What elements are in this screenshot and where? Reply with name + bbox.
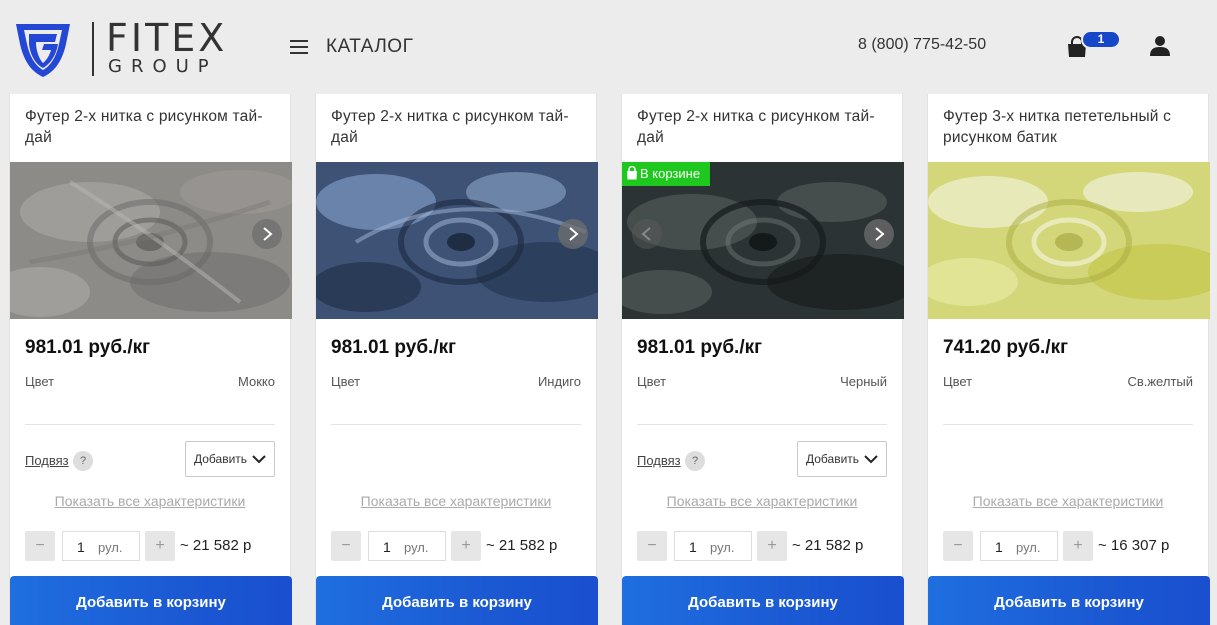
qty-value: 1 (77, 539, 85, 555)
chevron-down-icon (864, 455, 878, 464)
divider (331, 424, 581, 425)
in-cart-badge: В корзине (622, 162, 711, 186)
color-value: Св.желтый (1127, 374, 1193, 389)
qty-decrease-button[interactable]: − (637, 531, 667, 561)
add-to-cart-button[interactable]: Добавить в корзину (928, 576, 1210, 625)
cart-button[interactable]: 1 (1066, 30, 1122, 60)
logo-divider (92, 22, 94, 76)
product-price: 741.20 руб./кг (943, 337, 1069, 358)
add-dropdown-label: Добавить (194, 452, 248, 466)
approx-total: ~ 16 307 р (1098, 537, 1170, 554)
product-title[interactable]: Футер 2-х нитка с рисунком тай-дай (637, 106, 892, 148)
approx-total: ~ 21 582 р (792, 537, 864, 554)
product-price: 981.01 руб./кг (331, 337, 457, 358)
color-label: Цвет (637, 374, 667, 389)
fabric-mocha-image (10, 162, 292, 319)
show-all-specs-link[interactable]: Показать все характеристики (622, 493, 902, 509)
hamburger-menu-icon (290, 40, 308, 54)
catalog-label: КАТАЛОГ (326, 36, 414, 57)
color-label: Цвет (25, 374, 55, 389)
catalog-menu-button[interactable]: КАТАЛОГ (290, 34, 413, 60)
qty-decrease-button[interactable]: − (331, 531, 361, 561)
product-price: 981.01 руб./кг (637, 337, 763, 358)
divider (637, 424, 887, 425)
fitex-shield-logo-icon (16, 24, 70, 77)
product-card: Футер 3-х нитка пететельный с рисунком б… (927, 94, 1210, 625)
divider (943, 424, 1193, 425)
cart-count-badge: 1 (1081, 30, 1121, 49)
product-image[interactable]: В корзине (622, 162, 904, 319)
fitex-logo[interactable]: FITEX GROUP (14, 16, 224, 80)
site-header: FITEX GROUP КАТАЛОГ 8 (800) 775-42-50 1 (0, 0, 1217, 94)
approx-total: ~ 21 582 р (486, 537, 558, 554)
product-image[interactable] (10, 162, 292, 319)
qty-increase-button[interactable]: + (757, 531, 787, 561)
product-card: Футер 2-х нитка с рисунком тай-дай В кор… (621, 94, 904, 625)
podvyaz-link[interactable]: Подвяз (637, 453, 681, 468)
product-title[interactable]: Футер 3-х нитка пететельный с рисунком б… (943, 106, 1198, 148)
qty-increase-button[interactable]: + (1063, 531, 1093, 561)
chevron-right-icon (569, 227, 579, 241)
in-cart-label: В корзине (640, 166, 701, 181)
add-to-cart-button[interactable]: Добавить в корзину (316, 576, 598, 625)
add-podvyaz-dropdown[interactable]: Добавить (185, 441, 275, 477)
qty-value: 1 (383, 539, 391, 555)
prev-image-button[interactable] (632, 219, 662, 249)
logo-subtitle: GROUP (108, 56, 218, 77)
product-card: Футер 2-х нитка с рисунком тай-дай 981.0… (315, 94, 598, 625)
color-label: Цвет (331, 374, 361, 389)
product-title[interactable]: Футер 2-х нитка с рисунком тай-дай (331, 106, 586, 148)
qty-decrease-button[interactable]: − (943, 531, 973, 561)
qty-input[interactable]: 1 рул. (980, 531, 1058, 561)
add-podvyaz-dropdown[interactable]: Добавить (797, 441, 887, 477)
show-all-specs-link[interactable]: Показать все характеристики (928, 493, 1208, 509)
divider (25, 424, 275, 425)
chevron-down-icon (252, 455, 266, 464)
next-image-button[interactable] (252, 219, 282, 249)
product-price: 981.01 руб./кг (25, 337, 151, 358)
product-image[interactable] (928, 162, 1210, 319)
color-label: Цвет (943, 374, 973, 389)
add-to-cart-button[interactable]: Добавить в корзину (10, 576, 292, 625)
user-account-icon[interactable] (1149, 35, 1171, 57)
qty-decrease-button[interactable]: − (25, 531, 55, 561)
podvyaz-link[interactable]: Подвяз (25, 453, 69, 468)
qty-unit: рул. (1016, 540, 1041, 555)
next-image-button[interactable] (864, 219, 894, 249)
chevron-right-icon (875, 227, 885, 241)
qty-increase-button[interactable]: + (145, 531, 175, 561)
next-image-button[interactable] (558, 219, 588, 249)
chevron-right-icon (263, 227, 273, 241)
product-title[interactable]: Футер 2-х нитка с рисунком тай-дай (25, 106, 280, 148)
product-image[interactable] (316, 162, 598, 319)
product-card: Футер 2-х нитка с рисунком тай-дай 981.0… (9, 94, 292, 625)
phone-number-link[interactable]: 8 (800) 775-42-50 (858, 36, 986, 54)
qty-value: 1 (689, 539, 697, 555)
fabric-light-yellow-image (928, 162, 1210, 319)
add-dropdown-label: Добавить (806, 452, 860, 466)
qty-unit: рул. (710, 540, 735, 555)
qty-input[interactable]: 1 рул. (674, 531, 752, 561)
approx-total: ~ 21 582 р (180, 537, 252, 554)
fabric-indigo-image (316, 162, 598, 319)
show-all-specs-link[interactable]: Показать все характеристики (10, 493, 290, 509)
qty-unit: рул. (98, 540, 123, 555)
color-value: Черный (840, 374, 887, 389)
chevron-left-icon (641, 227, 651, 241)
help-icon[interactable]: ? (73, 451, 93, 471)
qty-value: 1 (995, 539, 1003, 555)
color-value: Мокко (238, 374, 275, 389)
qty-unit: рул. (404, 540, 429, 555)
shopping-bag-icon (627, 166, 637, 180)
show-all-specs-link[interactable]: Показать все характеристики (316, 493, 596, 509)
logo-name: FITEX (106, 16, 228, 60)
help-icon[interactable]: ? (685, 451, 705, 471)
qty-input[interactable]: 1 рул. (62, 531, 140, 561)
add-to-cart-button[interactable]: Добавить в корзину (622, 576, 904, 625)
color-value: Индиго (537, 374, 581, 389)
qty-input[interactable]: 1 рул. (368, 531, 446, 561)
qty-increase-button[interactable]: + (451, 531, 481, 561)
